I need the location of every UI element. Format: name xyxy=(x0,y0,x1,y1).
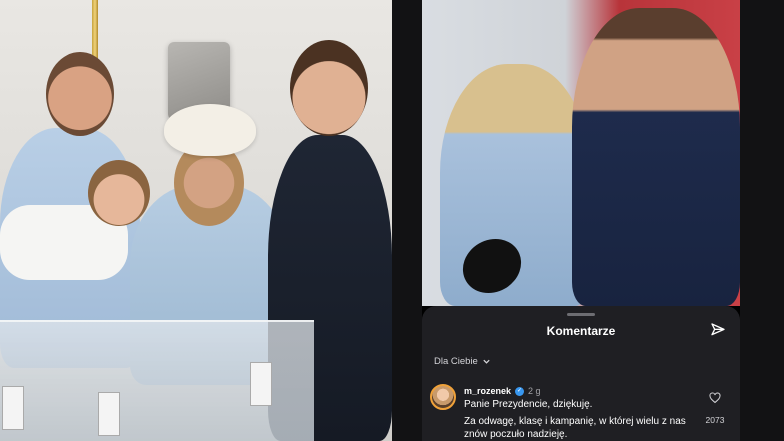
comment-item: m_rozenek ✓ 2 g Panie Prezydencie, dzięk… xyxy=(430,384,732,441)
person-man-left-head xyxy=(46,52,114,136)
flag-pole xyxy=(92,0,98,60)
paper-plane-icon[interactable] xyxy=(710,322,726,338)
verified-badge-icon: ✓ xyxy=(515,386,525,396)
like-button[interactable]: 2073 xyxy=(700,391,730,425)
ballot-seal xyxy=(250,362,272,406)
person-young-man-head xyxy=(290,40,368,136)
comments-sheet: Komentarze Dla Ciebie m_rozenek ✓ 2 g Pa… xyxy=(422,306,740,441)
avatar[interactable] xyxy=(430,384,456,410)
white-hat xyxy=(164,104,256,156)
instagram-screen: Komentarze Dla Ciebie m_rozenek ✓ 2 g Pa… xyxy=(422,0,740,441)
sheet-drag-handle[interactable] xyxy=(567,313,595,316)
photo-embrace xyxy=(422,0,740,306)
person-child-head xyxy=(88,160,150,226)
ballot-seal xyxy=(98,392,120,436)
person-man-suit xyxy=(572,8,740,306)
photo-family-voting xyxy=(0,0,392,441)
filter-label: Dla Ciebie xyxy=(434,356,478,367)
sheet-title: Komentarze xyxy=(546,324,616,338)
ballot-box xyxy=(0,320,314,441)
composite-image: Komentarze Dla Ciebie m_rozenek ✓ 2 g Pa… xyxy=(0,0,784,441)
comment-text-line2: Za odwagę, klasę i kampanię, w której wi… xyxy=(464,416,686,440)
comment-time: 2 g xyxy=(528,386,541,396)
comment-header: m_rozenek ✓ 2 g xyxy=(464,386,541,396)
like-count: 2073 xyxy=(705,415,725,425)
comments-filter-dropdown[interactable]: Dla Ciebie xyxy=(434,356,491,367)
heart-icon[interactable] xyxy=(709,392,721,404)
comment-text-line1: Panie Prezydencie, dziękuję. xyxy=(464,399,593,410)
chevron-down-icon xyxy=(483,359,490,364)
comment-username[interactable]: m_rozenek xyxy=(464,386,511,396)
ballot-seal xyxy=(2,386,24,430)
